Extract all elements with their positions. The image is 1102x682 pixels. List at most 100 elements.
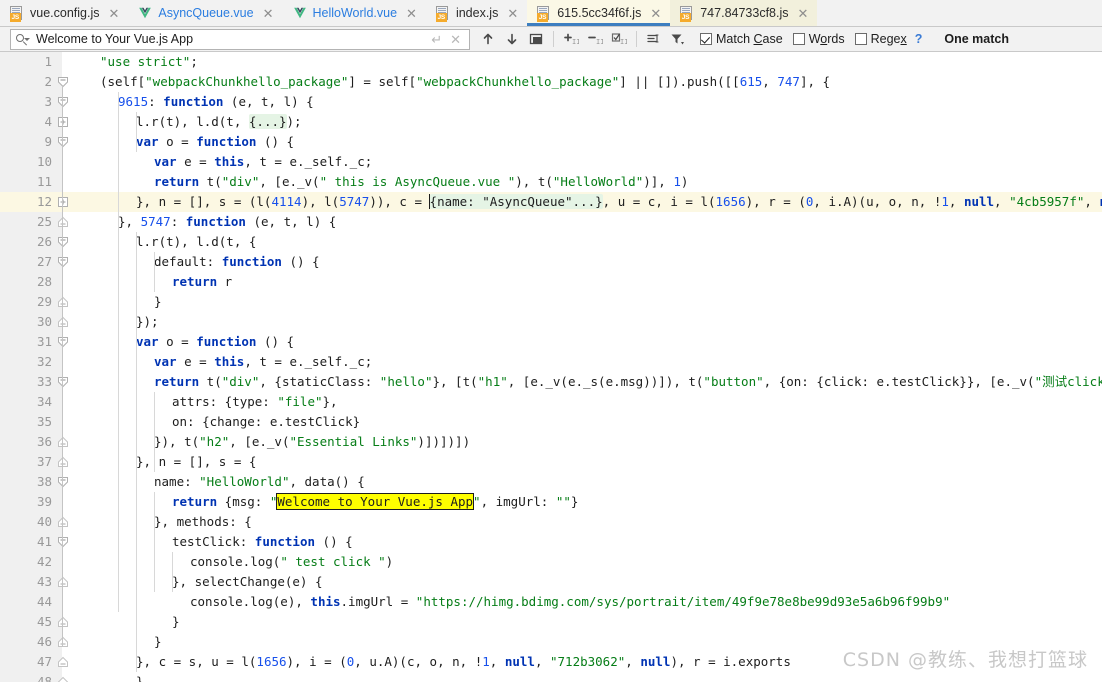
code-line[interactable]: "use strict";	[94, 52, 1102, 72]
find-help-link[interactable]: ?	[915, 32, 923, 46]
gutter-row: 34	[0, 392, 94, 412]
code-line[interactable]: 9615: function (e, t, l) {	[94, 92, 1102, 112]
code-line[interactable]: on: {change: e.testClick}	[94, 412, 1102, 432]
indent-guide	[172, 552, 173, 592]
add-occurrence-icon[interactable]: II	[559, 28, 583, 50]
preserve-case-icon[interactable]	[642, 28, 666, 50]
code-line[interactable]: name: "HelloWorld", data() {	[94, 472, 1102, 492]
close-icon[interactable]: ✕	[506, 7, 519, 20]
code-line[interactable]: var e = this, t = e._self._c;	[94, 352, 1102, 372]
fold-open-icon[interactable]	[57, 236, 69, 248]
code-line[interactable]: testClick: function () {	[94, 532, 1102, 552]
fold-end-icon[interactable]	[57, 296, 69, 308]
fold-collapsed-icon[interactable]	[57, 116, 69, 128]
code-line[interactable]: return t("div", {staticClass: "hello"}, …	[94, 372, 1102, 392]
find-previous-button[interactable]	[476, 28, 500, 50]
js-file-icon: JS	[537, 5, 551, 22]
code-line[interactable]: }), t("h2", [e._v("Essential Links")])])…	[94, 432, 1102, 452]
close-icon[interactable]: ✕	[107, 7, 120, 20]
code-line[interactable]: }	[94, 612, 1102, 632]
code-content[interactable]: "use strict"; (self["webpackChunkhello_pa…	[94, 52, 1102, 682]
search-input[interactable]: Welcome to Your Vue.js App ↵ ✕	[10, 28, 470, 50]
checkbox-words[interactable]: Words	[792, 32, 845, 46]
line-number: 36	[36, 434, 52, 449]
fold-end-icon[interactable]	[57, 576, 69, 588]
checkbox-box[interactable]	[700, 33, 712, 45]
line-number: 42	[36, 554, 52, 569]
checkbox-box[interactable]	[854, 33, 867, 45]
fold-open-icon[interactable]	[57, 76, 69, 88]
close-icon[interactable]: ✕	[649, 7, 662, 20]
editor-tab-index-js[interactable]: JS index.js ✕	[425, 0, 528, 26]
fold-open-icon[interactable]	[57, 536, 69, 548]
gutter-row: 26	[0, 232, 94, 252]
fold-end-icon[interactable]	[57, 316, 69, 328]
code-line[interactable]: console.log(e), this.imgUrl = "https://h…	[94, 592, 1102, 612]
code-line[interactable]: console.log(" test click ")	[94, 552, 1102, 572]
editor-tab-vue-config-js[interactable]: JS vue.config.js ✕	[0, 0, 129, 26]
code-editor[interactable]: 1 2 3 4 9 10 11 12 25 26 27 28 29 30 31 32 33 34 35 36 37 38 3…	[0, 52, 1102, 682]
new-line-icon[interactable]: ↵	[427, 33, 446, 46]
gutter-row: 38	[0, 472, 94, 492]
checkbox-box[interactable]	[792, 33, 805, 45]
close-icon[interactable]: ✕	[262, 7, 275, 20]
search-icon[interactable]	[15, 32, 31, 46]
fold-end-icon[interactable]	[57, 676, 69, 682]
code-line[interactable]: return t("div", [e._v(" this is AsyncQue…	[94, 172, 1102, 192]
code-line[interactable]: var o = function () {	[94, 332, 1102, 352]
fold-open-icon[interactable]	[57, 476, 69, 488]
line-number: 28	[36, 274, 52, 289]
gutter-row: 1	[0, 52, 94, 72]
editor-tab-747-84733cf8-js[interactable]: JS 747.84733cf8.js ✕	[670, 0, 818, 26]
code-line[interactable]: attrs: {type: "file"},	[94, 392, 1102, 412]
code-line[interactable]: }	[94, 672, 1102, 682]
editor-tab-helloworld-vue[interactable]: HelloWorld.vue ✕	[282, 0, 426, 26]
fold-open-icon[interactable]	[57, 256, 69, 268]
code-line[interactable]: default: function () {	[94, 252, 1102, 272]
gutter-row: 2	[0, 72, 94, 92]
close-icon[interactable]: ✕	[405, 7, 418, 20]
line-number: 48	[36, 674, 52, 682]
editor-tab-615-5cc34f6f-js[interactable]: JS 615.5cc34f6f.js ✕	[527, 0, 671, 26]
fold-open-icon[interactable]	[57, 376, 69, 388]
find-next-button[interactable]	[500, 28, 524, 50]
code-line[interactable]: return r	[94, 272, 1102, 292]
fold-end-icon[interactable]	[57, 516, 69, 528]
code-line[interactable]: }	[94, 292, 1102, 312]
fold-open-icon[interactable]	[57, 136, 69, 148]
code-line[interactable]: (self["webpackChunkhello_package"] = sel…	[94, 72, 1102, 92]
checkbox-match-case[interactable]: Match Case	[700, 32, 783, 46]
code-line[interactable]: }, n = [], s = {	[94, 452, 1102, 472]
close-icon[interactable]: ✕	[797, 7, 810, 20]
fold-open-icon[interactable]	[57, 336, 69, 348]
close-icon[interactable]: ✕	[446, 33, 465, 46]
open-in-find-window-button[interactable]	[524, 28, 548, 50]
filter-icon[interactable]	[666, 28, 690, 50]
code-line[interactable]: var e = this, t = e._self._c;	[94, 152, 1102, 172]
code-line[interactable]: return {msg: "Welcome to Your Vue.js App…	[94, 492, 1102, 512]
checkbox-regex[interactable]: Regex	[854, 32, 907, 46]
indent-guide	[118, 92, 119, 612]
code-line[interactable]: }, methods: {	[94, 512, 1102, 532]
fold-collapsed-icon[interactable]	[57, 196, 69, 208]
code-line[interactable]: l.r(t), l.d(t, {...});	[94, 112, 1102, 132]
line-number: 33	[36, 374, 52, 389]
code-line[interactable]: });	[94, 312, 1102, 332]
code-line[interactable]: }, selectChange(e) {	[94, 572, 1102, 592]
fold-open-icon[interactable]	[57, 96, 69, 108]
fold-end-icon[interactable]	[57, 636, 69, 648]
fold-end-icon[interactable]	[57, 216, 69, 228]
editor-gutter[interactable]: 1 2 3 4 9 10 11 12 25 26 27 28 29 30 31 32 33 34 35 36 37 38 3…	[0, 52, 94, 682]
remove-occurrence-icon[interactable]: II	[583, 28, 607, 50]
fold-end-icon[interactable]	[57, 656, 69, 668]
code-line[interactable]: }, n = [], s = (l(4114), l(5747)), c = {…	[94, 192, 1102, 212]
fold-end-icon[interactable]	[57, 456, 69, 468]
fold-end-icon[interactable]	[57, 616, 69, 628]
fold-end-icon[interactable]	[57, 436, 69, 448]
code-line[interactable]: l.r(t), l.d(t, {	[94, 232, 1102, 252]
intention-bulb-icon[interactable]	[72, 194, 86, 210]
editor-tab-asyncqueue-vue[interactable]: AsyncQueue.vue ✕	[128, 0, 283, 26]
code-line[interactable]: }, 5747: function (e, t, l) {	[94, 212, 1102, 232]
code-line[interactable]: var o = function () {	[94, 132, 1102, 152]
select-all-occurrences-icon[interactable]: II	[607, 28, 631, 50]
